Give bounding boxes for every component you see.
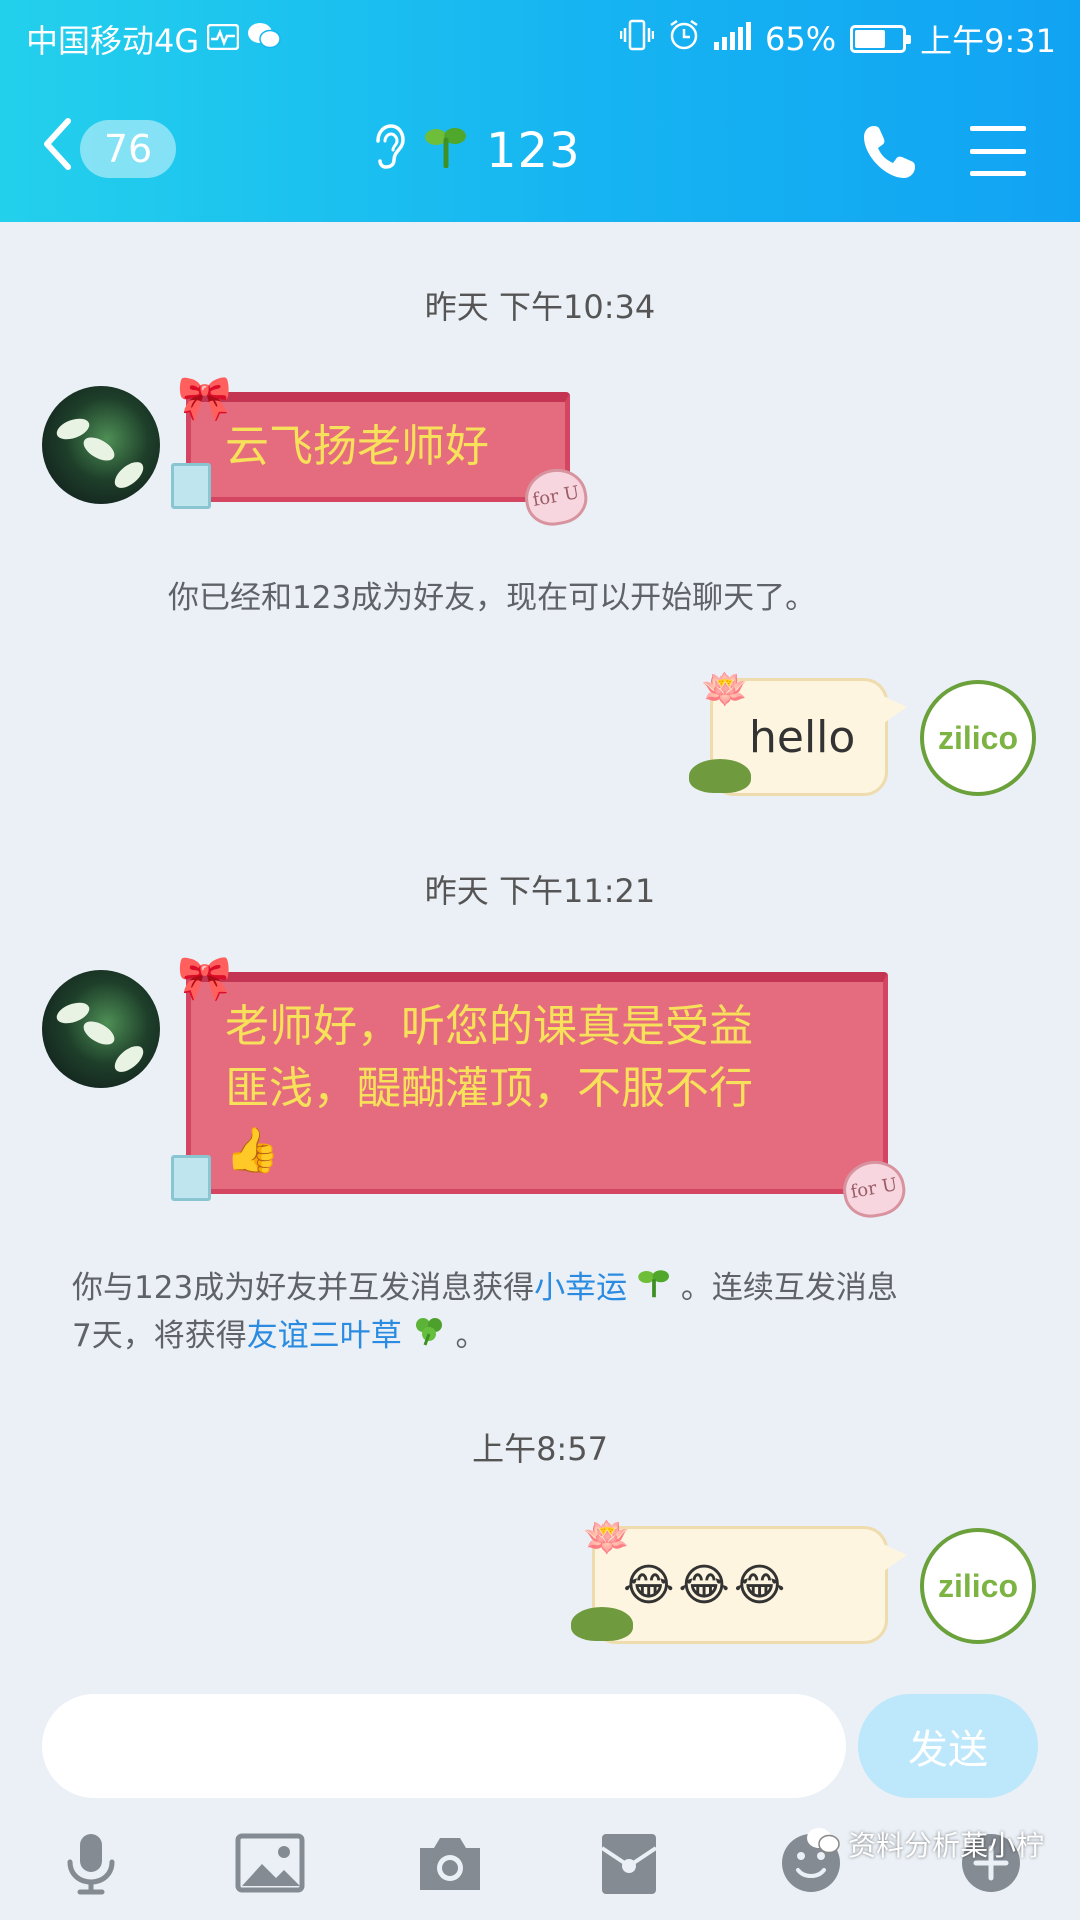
thumbs-up-icon: 👍 xyxy=(225,1125,280,1176)
status-bar-right: 65% 上午9:31 xyxy=(619,16,1056,62)
image-icon[interactable] xyxy=(234,1828,305,1898)
lotus-icon: 🪷 xyxy=(583,1515,635,1559)
phone-icon[interactable] xyxy=(862,122,920,180)
chat-title: 123 xyxy=(486,123,581,179)
status-bar: 中国移动4G 65% 上午9:31 xyxy=(0,0,1080,76)
red-packet-icon[interactable] xyxy=(596,1828,666,1898)
unread-count-badge: 76 xyxy=(80,120,176,178)
wechat-icon xyxy=(806,1827,840,1862)
system-message: 你已经和123成为好友，现在可以开始聊天了。 xyxy=(168,580,817,616)
chat-title-group[interactable]: 123 xyxy=(370,118,581,184)
ear-icon[interactable] xyxy=(370,123,406,180)
bubble-tail xyxy=(881,1543,907,1573)
little-luck-link[interactable]: 小幸运 xyxy=(534,1270,627,1306)
watermark: 资料分析菓小柠 xyxy=(806,1824,1044,1864)
system-text: 。 xyxy=(455,1318,487,1354)
heart-badge: for U xyxy=(520,464,592,530)
message-text-line: 老师好，听您的课真是受益 xyxy=(225,1001,753,1052)
heart-badge: for U xyxy=(838,1156,910,1222)
lotus-leaf-icon xyxy=(571,1607,633,1641)
bubble-tail xyxy=(881,695,907,725)
message-text: 云飞扬老师好 xyxy=(225,421,489,472)
timestamp: 上午8:57 xyxy=(472,1430,608,1468)
battery-icon xyxy=(850,25,912,53)
system-text: 。连续互发消息 xyxy=(680,1270,898,1306)
message-bubble[interactable]: 🎀 云飞扬老师好 for U xyxy=(171,373,592,530)
clover-icon xyxy=(412,1318,446,1354)
lotus-icon: 🪷 xyxy=(701,667,749,711)
back-button[interactable]: 76 xyxy=(42,116,192,182)
gift-box-icon xyxy=(171,1155,211,1201)
sprout-icon xyxy=(424,124,468,178)
signal-icon xyxy=(714,20,751,58)
camera-icon[interactable] xyxy=(414,1828,484,1898)
timestamp: 昨天 下午11:21 xyxy=(424,872,656,910)
battery-percent: 65% xyxy=(765,20,837,58)
battery-fill xyxy=(855,30,886,48)
system-text: 7天，将获得 xyxy=(72,1318,247,1354)
gift-box-icon xyxy=(171,463,211,509)
send-button[interactable]: 发送 xyxy=(858,1694,1038,1798)
watermark-text: 资料分析菓小柠 xyxy=(848,1829,1045,1862)
clock: 上午9:31 xyxy=(920,22,1056,60)
sprout-icon xyxy=(637,1270,671,1306)
emoji-message: 😂😂😂 xyxy=(623,1559,790,1611)
status-bar-left: 中国移动4G xyxy=(26,16,281,62)
message-text-line: 匪浅，醍醐灌顶，不服不行 xyxy=(225,1063,753,1114)
friendship-clover-link[interactable]: 友谊三叶草 xyxy=(247,1318,402,1354)
header: 中国移动4G 65% 上午9:31 76 123 xyxy=(0,0,1080,222)
vibrate-icon xyxy=(619,19,655,59)
my-avatar[interactable]: zilico xyxy=(920,680,1036,796)
chevron-left-icon xyxy=(42,117,72,181)
bow-icon: 🎀 xyxy=(177,373,232,424)
activity-icon xyxy=(206,20,240,58)
lotus-leaf-icon xyxy=(689,759,751,793)
message-text: hello xyxy=(749,711,856,763)
carrier-label: 中国移动4G xyxy=(26,22,200,60)
microphone-icon[interactable] xyxy=(56,1828,126,1898)
system-message-line: 7天，将获得友谊三叶草 。 xyxy=(72,1312,1032,1360)
title-bar: 76 123 xyxy=(0,100,1080,200)
system-message: 你与123成为好友并互发消息获得小幸运 。连续互发消息 7天，将获得友谊三叶草 … xyxy=(72,1264,1032,1360)
message-input[interactable] xyxy=(42,1694,846,1798)
bow-icon: 🎀 xyxy=(177,953,232,1004)
system-text: 你与123成为好友并互发消息获得 xyxy=(72,1270,535,1306)
my-message-bubble[interactable]: 🪷 hello xyxy=(689,667,907,796)
my-message-bubble[interactable]: 🪷 😂😂😂 xyxy=(571,1515,907,1644)
contact-avatar[interactable] xyxy=(42,386,160,504)
system-message-line: 你与123成为好友并互发消息获得小幸运 。连续互发消息 xyxy=(72,1264,1032,1312)
message-bubble[interactable]: 🎀 老师好，听您的课真是受益 匪浅，醍醐灌顶，不服不行 👍 for U xyxy=(171,953,910,1222)
contact-avatar[interactable] xyxy=(42,970,160,1088)
timestamp: 昨天 下午10:34 xyxy=(424,288,656,326)
alarm-icon xyxy=(668,19,700,59)
menu-icon[interactable] xyxy=(970,126,1026,176)
my-avatar[interactable]: zilico xyxy=(920,1528,1036,1644)
wechat-icon xyxy=(247,20,281,58)
